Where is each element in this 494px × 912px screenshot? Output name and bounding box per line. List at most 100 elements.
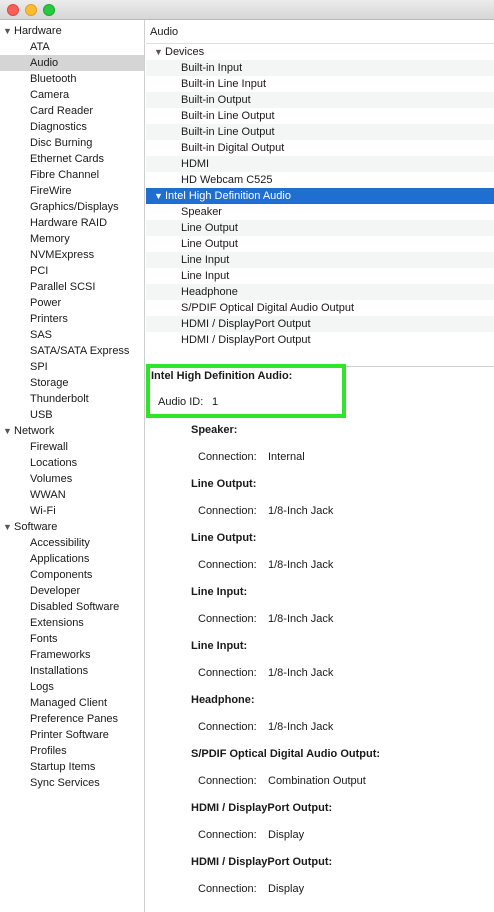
tree-item-port[interactable]: Line Output xyxy=(146,220,494,236)
tree-item-device[interactable]: HDMI xyxy=(146,156,494,172)
tree-group-devices-label: Devices xyxy=(165,46,205,58)
sidebar-group-2[interactable]: ▼ Software xyxy=(0,519,147,535)
sidebar-item[interactable]: Firewall xyxy=(0,439,144,455)
connection-value: Combination Output xyxy=(268,775,366,787)
tree-item-device[interactable]: Built-in Line Output xyxy=(146,124,494,140)
connection-value: 1/8-Inch Jack xyxy=(268,613,334,625)
sidebar-item[interactable]: USB xyxy=(0,407,144,423)
connection-value: 1/8-Inch Jack xyxy=(268,559,334,571)
sidebar-item[interactable]: Memory xyxy=(0,231,144,247)
sidebar-group-1[interactable]: ▼ Network xyxy=(0,423,147,439)
sidebar-item[interactable]: Bluetooth xyxy=(0,71,144,87)
sidebar-item[interactable]: Logs xyxy=(0,679,144,695)
sidebar-item[interactable]: Profiles xyxy=(0,743,144,759)
minimize-button[interactable] xyxy=(25,4,37,16)
sidebar-item[interactable]: Preference Panes xyxy=(0,711,144,727)
sidebar-group-label: Hardware xyxy=(14,25,62,37)
tree-item-device[interactable]: Built-in Line Input xyxy=(146,76,494,92)
sidebar-item[interactable]: Camera xyxy=(0,87,144,103)
sidebar-item[interactable]: Accessibility xyxy=(0,535,144,551)
tree-item-port[interactable]: HDMI / DisplayPort Output xyxy=(146,332,494,348)
sidebar-item[interactable]: Installations xyxy=(0,663,144,679)
sidebar-item[interactable]: WWAN xyxy=(0,487,144,503)
close-button[interactable] xyxy=(7,4,19,16)
sidebar-item[interactable]: Audio xyxy=(0,55,144,71)
connection-value: 1/8-Inch Jack xyxy=(268,721,334,733)
connection-label: Connection: xyxy=(198,829,257,841)
connection-label: Connection: xyxy=(198,451,257,463)
audio-id-value: 1 xyxy=(212,396,219,408)
disclosure-triangle-icon[interactable]: ▼ xyxy=(3,519,14,535)
tree-group-intel-hda[interactable]: ▼ Intel High Definition Audio xyxy=(146,188,494,204)
sidebar-item[interactable]: Thunderbolt xyxy=(0,391,144,407)
sidebar-item[interactable]: SPI xyxy=(0,359,144,375)
sidebar-item[interactable]: Disc Burning xyxy=(0,135,144,151)
tree-item-device[interactable]: Built-in Output xyxy=(146,92,494,108)
connection-value: 1/8-Inch Jack xyxy=(268,505,334,517)
sidebar-item[interactable]: Parallel SCSI xyxy=(0,279,144,295)
sidebar-item[interactable]: FireWire xyxy=(0,183,144,199)
detail-entry-name: Line Output: xyxy=(191,478,257,490)
sidebar-item[interactable]: Startup Items xyxy=(0,759,144,775)
sidebar-item[interactable]: SAS xyxy=(0,327,144,343)
sidebar-item[interactable]: Components xyxy=(0,567,144,583)
sidebar-item[interactable]: Volumes xyxy=(0,471,144,487)
tree-item-port[interactable]: Line Output xyxy=(146,236,494,252)
content-header: Audio xyxy=(146,20,494,44)
sidebar-item[interactable]: Card Reader xyxy=(0,103,144,119)
sidebar-item[interactable]: Wi-Fi xyxy=(0,503,144,519)
sidebar-item[interactable]: Storage xyxy=(0,375,144,391)
connection-label: Connection: xyxy=(198,883,257,895)
sidebar-item[interactable]: NVMExpress xyxy=(0,247,144,263)
tree-item-port[interactable]: Line Input xyxy=(146,252,494,268)
tree-item-port[interactable]: Line Input xyxy=(146,268,494,284)
detail-entry-name: HDMI / DisplayPort Output: xyxy=(191,802,333,814)
sidebar-item[interactable]: Managed Client xyxy=(0,695,144,711)
tree-item-device[interactable]: Built-in Digital Output xyxy=(146,140,494,156)
sidebar-item[interactable]: Locations xyxy=(0,455,144,471)
sidebar-item[interactable]: Diagnostics xyxy=(0,119,144,135)
sidebar-item[interactable]: Sync Services xyxy=(0,775,144,791)
sidebar-item[interactable]: SATA/SATA Express xyxy=(0,343,144,359)
connection-label: Connection: xyxy=(198,667,257,679)
sidebar-item[interactable]: Graphics/Displays xyxy=(0,199,144,215)
tree-item-device[interactable]: HD Webcam C525 xyxy=(146,172,494,188)
sidebar-item[interactable]: Extensions xyxy=(0,615,144,631)
tree-item-port[interactable]: S/PDIF Optical Digital Audio Output xyxy=(146,300,494,316)
tree-group-devices[interactable]: ▼ Devices xyxy=(146,44,494,60)
detail-entry-name: Headphone: xyxy=(191,694,255,706)
connection-label: Connection: xyxy=(198,775,257,787)
sidebar-item[interactable]: Printer Software xyxy=(0,727,144,743)
disclosure-triangle-icon[interactable]: ▼ xyxy=(3,423,14,439)
sidebar-item[interactable]: Hardware RAID xyxy=(0,215,144,231)
sidebar-item[interactable]: Fonts xyxy=(0,631,144,647)
sidebar-group-0[interactable]: ▼ Hardware xyxy=(0,23,147,39)
connection-label: Connection: xyxy=(198,613,257,625)
sidebar-item[interactable]: Printers xyxy=(0,311,144,327)
audio-id-label: Audio ID: xyxy=(158,396,204,408)
detail-title: Intel High Definition Audio: xyxy=(151,370,293,382)
tree-item-device[interactable]: Built-in Line Output xyxy=(146,108,494,124)
sidebar-item[interactable]: Disabled Software xyxy=(0,599,144,615)
sidebar-item[interactable]: Ethernet Cards xyxy=(0,151,144,167)
sidebar-item[interactable]: Fibre Channel xyxy=(0,167,144,183)
disclosure-triangle-icon[interactable]: ▼ xyxy=(154,188,165,204)
tree-item-port[interactable]: HDMI / DisplayPort Output xyxy=(146,316,494,332)
zoom-button[interactable] xyxy=(43,4,55,16)
connection-value: Display xyxy=(268,883,305,895)
disclosure-triangle-icon[interactable]: ▼ xyxy=(154,44,165,60)
sidebar-item[interactable]: Developer xyxy=(0,583,144,599)
connection-value: 1/8-Inch Jack xyxy=(268,667,334,679)
tree-item-device[interactable]: Built-in Input xyxy=(146,60,494,76)
tree-item-port[interactable]: Speaker xyxy=(146,204,494,220)
tree-item-port[interactable]: Headphone xyxy=(146,284,494,300)
sidebar-item[interactable]: Frameworks xyxy=(0,647,144,663)
detail-entry-name: Line Input: xyxy=(191,586,248,598)
sidebar-item[interactable]: Applications xyxy=(0,551,144,567)
sidebar-item[interactable]: PCI xyxy=(0,263,144,279)
disclosure-triangle-icon[interactable]: ▼ xyxy=(3,23,14,39)
detail-entry-name: S/PDIF Optical Digital Audio Output: xyxy=(191,748,381,760)
tree-group-intel-hda-label: Intel High Definition Audio xyxy=(165,190,291,202)
sidebar-item[interactable]: ATA xyxy=(0,39,144,55)
sidebar-item[interactable]: Power xyxy=(0,295,144,311)
